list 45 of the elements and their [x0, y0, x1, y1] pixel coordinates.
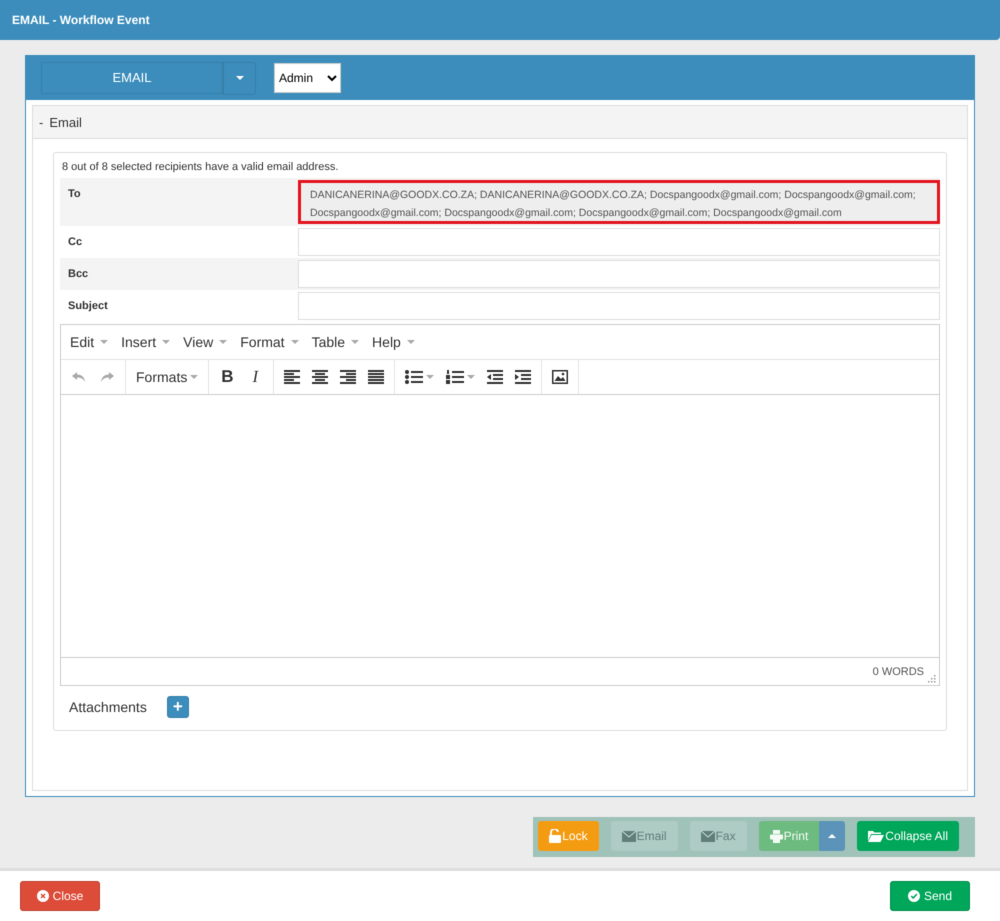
- menu-item[interactable]: Insert: [116, 334, 178, 350]
- check-circle-icon: [908, 890, 920, 902]
- menu-item[interactable]: Edit: [65, 334, 116, 350]
- menu-item[interactable]: Format: [235, 334, 307, 350]
- envelope-icon: [700, 830, 715, 842]
- add-attachment-button[interactable]: +: [166, 696, 189, 718]
- align-right-icon: [340, 370, 356, 384]
- input-field[interactable]: DANICANERINA@GOODX.CO.ZA; DANICANERINA@GOODX.CO.ZA; Docspangoodx@gmail.com; Docspangoodx@gmail.com; Docspangoodx@gmail.com; Docspangoodx@gmail.com; Docspangoodx@gmail.com; Docspangoodx@gmail.com: [298, 180, 940, 224]
- italic-button[interactable]: I: [241, 363, 270, 391]
- image-icon: [552, 370, 568, 384]
- align-center-icon: [312, 370, 328, 384]
- section-title: Email: [49, 114, 82, 130]
- input-field[interactable]: [298, 292, 940, 320]
- align-left-icon: [284, 370, 300, 384]
- user-select[interactable]: Admin: [274, 63, 341, 93]
- indent-icon: [515, 370, 532, 384]
- justify-icon: [368, 370, 384, 384]
- menu-item[interactable]: View: [178, 334, 236, 350]
- menu-item[interactable]: Help: [367, 334, 423, 350]
- attachments-label: Attachments: [69, 699, 147, 715]
- validation-notice: 8 out of 8 selected recipients have a valid email address.: [62, 161, 340, 173]
- input-field[interactable]: [298, 228, 940, 256]
- email-type-button[interactable]: EMAIL: [41, 62, 223, 94]
- formats-dropdown[interactable]: Formats: [130, 363, 204, 391]
- resize-handle-icon[interactable]: [928, 675, 936, 683]
- numbered-list-icon: [446, 370, 464, 384]
- collapse-toggle[interactable]: -: [39, 114, 44, 130]
- input-field[interactable]: [298, 260, 940, 288]
- field-label: Bcc: [67, 267, 90, 280]
- field-label: Subject: [67, 299, 109, 312]
- envelope-icon: [622, 830, 636, 842]
- close-button[interactable]: Close: [20, 881, 100, 911]
- bold-button[interactable]: B: [213, 363, 242, 391]
- section-header[interactable]: - Email: [33, 106, 967, 139]
- printer-icon: [770, 830, 783, 842]
- folder-icon: [868, 830, 884, 842]
- field-label: To: [67, 187, 82, 200]
- menu-item[interactable]: Table: [306, 334, 368, 350]
- window-title: EMAIL - Workflow Event: [12, 13, 150, 27]
- word-count: 0 WORDS: [872, 666, 924, 678]
- field-label: Cc: [67, 235, 84, 248]
- close-icon: [36, 890, 49, 902]
- bullet-list-icon: [405, 370, 424, 384]
- unlock-icon: [549, 829, 562, 843]
- outdent-icon: [487, 370, 504, 384]
